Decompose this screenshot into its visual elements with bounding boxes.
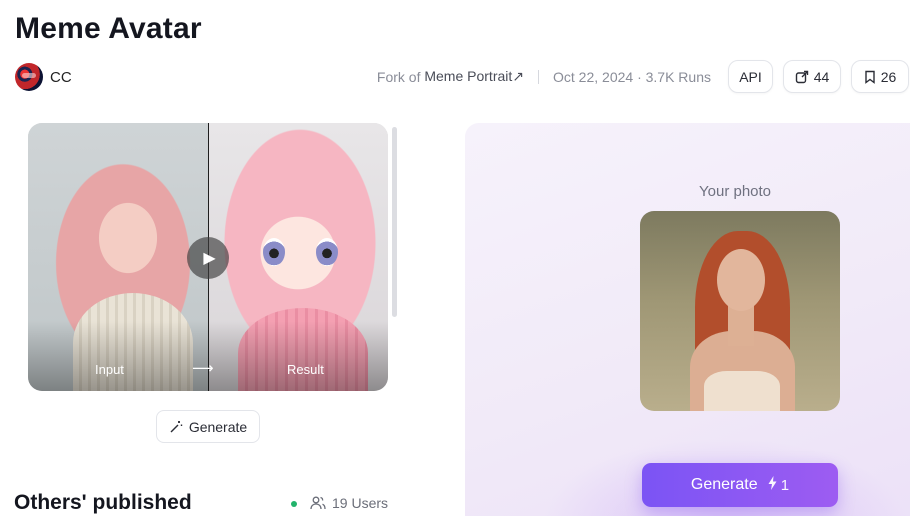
date-and-runs: Oct 22, 2024 · 3.7K Runs [553, 68, 711, 85]
avatar[interactable] [15, 63, 43, 91]
play-icon[interactable]: ▶ [187, 237, 229, 279]
input-label: Input [95, 362, 124, 377]
scrollbar[interactable] [392, 127, 397, 317]
fork-source-link[interactable]: Meme Portrait↗ [424, 68, 524, 85]
magic-wand-icon [170, 420, 183, 432]
bookmark-icon [865, 70, 875, 84]
users-count: 19 Users [310, 495, 388, 511]
your-photo-label: Your photo [699, 183, 772, 200]
author-name[interactable]: CC [50, 69, 72, 86]
uploaded-photo[interactable] [640, 211, 840, 411]
lightning-icon [768, 476, 777, 490]
online-status-dot [291, 501, 297, 507]
bookmark-count: 26 [880, 68, 897, 85]
app-meta: Fork of Meme Portrait↗ Oct 22, 2024 · 3.… [377, 68, 711, 85]
share-count: 44 [813, 68, 830, 85]
page-title: Meme Avatar [15, 12, 202, 45]
api-button[interactable]: API [728, 60, 773, 93]
generate-example-label: Generate [188, 418, 248, 435]
share-button[interactable]: 44 [783, 60, 841, 93]
generate-button[interactable]: Generate 1 [642, 463, 838, 507]
share-icon [795, 70, 808, 83]
generate-label: Generate [690, 476, 758, 493]
bookmark-button[interactable]: 26 [851, 60, 909, 93]
fork-prefix: Fork of [376, 68, 421, 85]
author[interactable]: CC [15, 63, 72, 91]
arrow-icon: ⟶ [192, 360, 214, 377]
meta-divider [538, 69, 540, 84]
external-link-icon: ↗ [512, 68, 525, 84]
users-icon [310, 496, 326, 510]
result-label: Result [287, 362, 324, 377]
others-published-heading: Others' published [14, 491, 192, 514]
credit-cost: 1 [768, 476, 789, 494]
generate-example-button[interactable]: Generate [156, 410, 260, 443]
example-preview[interactable]: ▶ Input ⟶ Result [28, 123, 388, 391]
